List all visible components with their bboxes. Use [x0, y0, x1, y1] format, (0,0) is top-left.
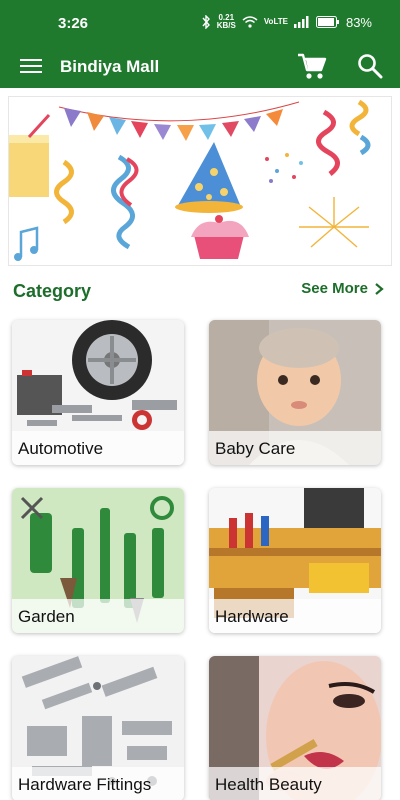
status-time: 3:26: [58, 15, 89, 32]
chevron-right-icon: [375, 282, 384, 295]
category-card-garden[interactable]: Garden: [12, 488, 184, 633]
category-card-hardware[interactable]: Hardware: [209, 488, 381, 633]
category-card-automotive[interactable]: Automotive: [12, 320, 184, 465]
volte-indicator: VoLTE: [264, 18, 288, 26]
bluetooth-icon: [202, 15, 210, 29]
signal-icon: [293, 16, 309, 28]
category-label: Automotive: [18, 439, 104, 458]
search-icon[interactable]: [356, 52, 384, 80]
category-section-title: Category: [13, 281, 92, 301]
status-bar: 3:26 0.21 KB/S VoLTE 83%: [0, 0, 400, 46]
app-bar: Bindiya Mall: [0, 46, 400, 88]
category-label: Hardware Fittings: [18, 775, 152, 794]
see-more-label: See More: [301, 280, 368, 297]
category-card-baby-care[interactable]: Baby Care: [209, 320, 381, 465]
category-card-health-beauty[interactable]: Health Beauty: [209, 656, 381, 800]
category-label: Garden: [18, 607, 75, 626]
battery-icon: [315, 16, 339, 28]
volte-label: VoLTE: [263, 17, 288, 26]
category-label: Health Beauty: [215, 775, 322, 794]
category-label: Hardware: [215, 607, 289, 626]
status-icons: 0.21 KB/S VoLTE 83%: [201, 14, 372, 30]
battery-percent: 83%: [345, 14, 372, 30]
wifi-icon: [242, 16, 258, 28]
category-label: Baby Care: [215, 439, 296, 458]
party-banner-image: [9, 99, 371, 261]
cart-icon[interactable]: [296, 51, 328, 81]
app-title: Bindiya Mall: [60, 57, 160, 76]
network-speed: 0.21 KB/S: [217, 14, 236, 30]
promo-banner[interactable]: [8, 96, 392, 266]
menu-icon[interactable]: [20, 56, 42, 76]
see-more-link[interactable]: See More: [301, 280, 384, 297]
network-speed-unit: KB/S: [216, 21, 236, 30]
category-card-hardware-fittings[interactable]: Hardware Fittings: [12, 656, 184, 800]
